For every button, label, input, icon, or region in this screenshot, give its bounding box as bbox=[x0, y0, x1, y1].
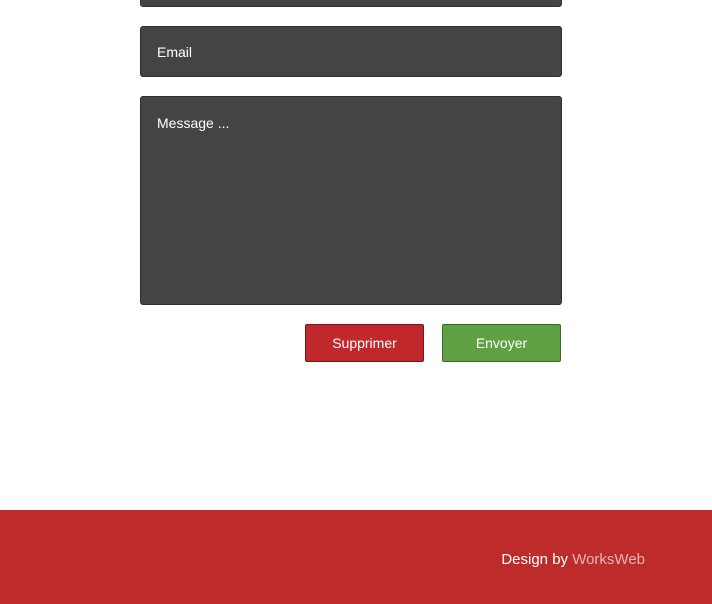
footer-credit: Design by WorksWeb bbox=[501, 551, 645, 568]
delete-button[interactable]: Supprimer bbox=[305, 324, 424, 362]
worksweb-link[interactable]: WorksWeb bbox=[572, 551, 645, 568]
email-field[interactable] bbox=[140, 26, 562, 77]
page: Supprimer Envoyer Design by WorksWeb bbox=[0, 0, 712, 604]
credit-prefix: Design by bbox=[501, 551, 569, 568]
footer: Design by WorksWeb bbox=[0, 510, 712, 604]
previous-field[interactable] bbox=[140, 0, 562, 7]
message-field[interactable] bbox=[140, 96, 562, 305]
send-button[interactable]: Envoyer bbox=[442, 324, 561, 362]
